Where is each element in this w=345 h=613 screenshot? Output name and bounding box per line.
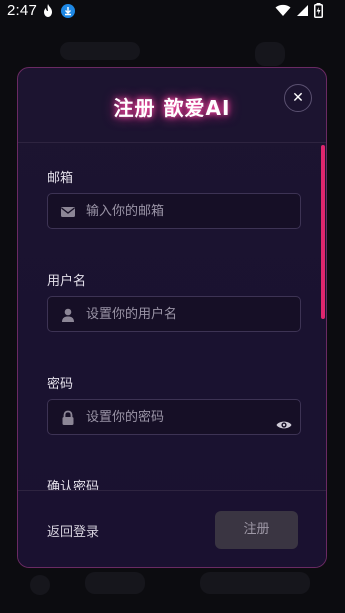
flame-app-icon [40, 3, 56, 23]
dialog-footer: 返回登录 注册 [18, 490, 326, 567]
dialog-header: 注册 歆爱AI ✕ [18, 68, 326, 143]
battery-charging-icon [314, 2, 323, 22]
envelope-icon [60, 204, 76, 220]
status-time: 2:47 [7, 2, 37, 19]
email-field[interactable] [47, 193, 301, 229]
scrollbar-thumb[interactable] [321, 145, 325, 319]
username-field[interactable] [47, 296, 301, 332]
status-icons [275, 2, 323, 22]
dialog-title: 注册 歆爱AI [113, 96, 231, 120]
background-shape [30, 575, 50, 595]
form-scroll-area[interactable]: 邮箱 用户名 密码 [18, 143, 326, 490]
confirm-password-label: 确认密码 [47, 480, 100, 490]
password-field[interactable] [47, 399, 301, 435]
background-shape [200, 572, 310, 594]
background-shape [85, 572, 145, 594]
download-badge-icon [61, 4, 75, 18]
background-shape [255, 42, 285, 66]
password-label: 密码 [47, 377, 74, 392]
back-to-login-link[interactable]: 返回登录 [47, 521, 99, 540]
username-label: 用户名 [47, 274, 87, 289]
register-button[interactable]: 注册 [215, 511, 298, 549]
background-shape [60, 42, 140, 60]
password-input[interactable] [86, 400, 276, 434]
email-label: 邮箱 [47, 171, 74, 186]
register-dialog: 注册 歆爱AI ✕ 邮箱 用户名 密码 [17, 67, 327, 568]
email-input[interactable] [86, 194, 276, 228]
user-icon [60, 307, 76, 323]
screen: 2:47 注册 歆爱AI ✕ 邮箱 输入你的邮箱 用户名 设置你的用户名 密码 … [0, 0, 345, 613]
cellular-signal-icon [296, 3, 309, 21]
status-bar: 2:47 [0, 0, 345, 24]
close-button[interactable]: ✕ [284, 84, 312, 112]
lock-icon [60, 410, 76, 426]
close-icon: ✕ [292, 90, 304, 106]
username-input[interactable] [86, 297, 276, 331]
wifi-icon [275, 3, 291, 21]
eye-icon[interactable] [276, 416, 292, 429]
